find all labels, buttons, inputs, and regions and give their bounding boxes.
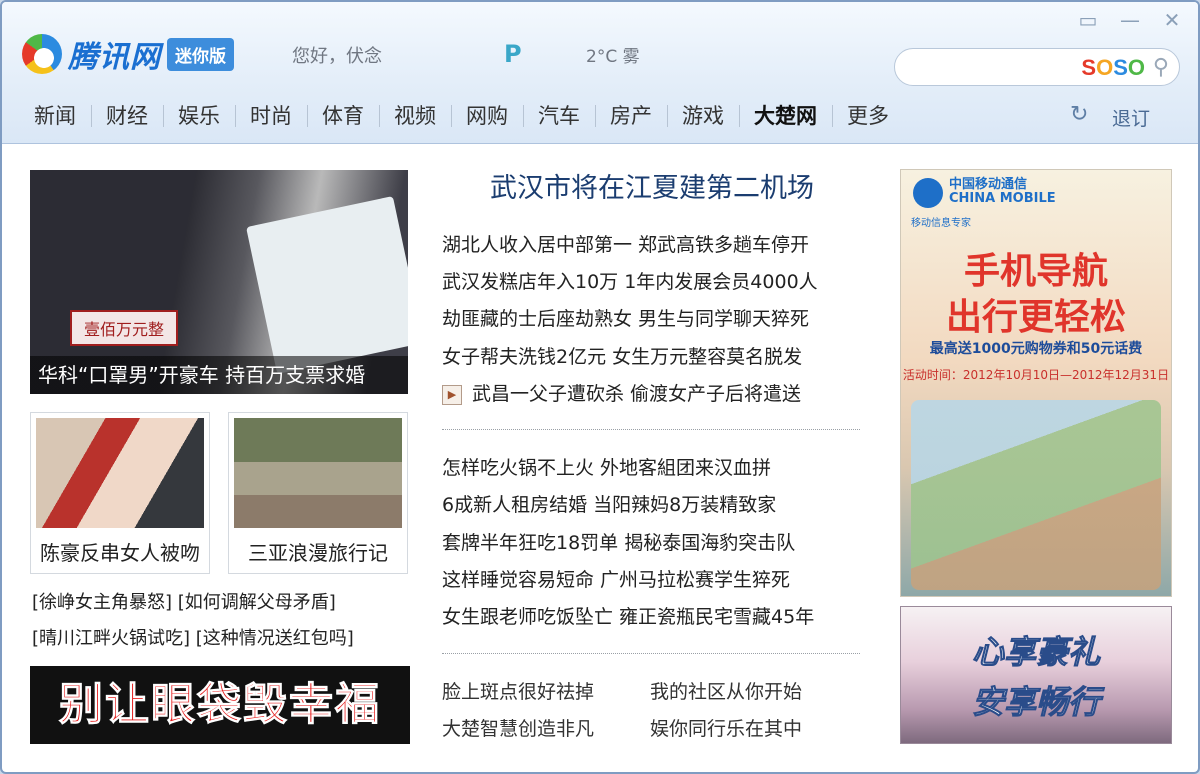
nav-item-ent[interactable]: 娱乐: [164, 105, 236, 127]
divider: [442, 653, 860, 654]
thumb-image[interactable]: [36, 418, 204, 528]
ad-gift[interactable]: 心享豪礼 安享畅行: [900, 606, 1172, 744]
nav-bar: 新闻 财经 娱乐 时尚 体育 视频 网购 汽车 房产 游戏 大楚网 更多: [2, 96, 1198, 136]
hero-label: 壹佰万元整: [70, 310, 179, 346]
logout-link[interactable]: 退订: [1112, 104, 1150, 131]
nav-item-sports[interactable]: 体育: [308, 105, 380, 127]
play-icon: ▶: [442, 385, 462, 405]
news-item[interactable]: 套牌半年狂吃18罚单 揭秘泰国海豹突击队: [442, 528, 795, 555]
hero-caption[interactable]: 华科“口罩男”开豪车 持百万支票求婚: [30, 356, 408, 394]
ad-banner-eye[interactable]: 别让眼袋毁幸福: [30, 666, 410, 744]
news-item[interactable]: 女子帮夫洗钱2亿元 女生万元整容莫名脱发: [442, 342, 802, 369]
nav-item-games[interactable]: 游戏: [668, 105, 740, 127]
ad-title: 手机导航: [963, 251, 1108, 292]
china-mobile-text-cn: 中国移动通信: [949, 177, 1028, 192]
thumb-card[interactable]: 三亚浪漫旅行记: [228, 412, 408, 574]
link-row: [徐峥女主角暴怒] [如何调解父母矛盾]: [32, 588, 336, 614]
thumb-image[interactable]: [234, 418, 402, 528]
weather-text: 2°C 雾: [586, 47, 640, 67]
logo[interactable]: 腾讯网 迷你版: [22, 32, 234, 76]
search-icon[interactable]: ⚲: [1153, 55, 1169, 80]
qq-logo-icon: [22, 34, 62, 74]
bottom-link[interactable]: 脸上斑点很好祛掉: [442, 677, 594, 704]
topic-link[interactable]: [如何调解父母矛盾]: [178, 592, 336, 613]
window-controls: ▭ — ✕: [1076, 8, 1184, 32]
news-item[interactable]: 这样睡觉容易短命 广州马拉松赛学生猝死: [442, 565, 790, 592]
news-item[interactable]: 6成新人租房结婚 当阳辣妈8万装精致家: [442, 490, 776, 517]
hero-image[interactable]: 壹佰万元整 华科“口罩男”开豪车 持百万支票求婚: [30, 170, 408, 394]
china-mobile-text-en: CHINA MOBILE: [949, 191, 1056, 206]
ad-illustration: [911, 400, 1161, 590]
soso-brand: SOSO: [1081, 55, 1145, 81]
bottom-link[interactable]: 大楚智慧创造非凡: [442, 714, 594, 741]
greeting-text: 您好，伏念: [292, 46, 382, 67]
bottom-link[interactable]: 娱你同行乐在其中: [650, 714, 802, 741]
feedback-icon[interactable]: ▭: [1076, 8, 1100, 32]
header-bar: 腾讯网 迷你版 您好，伏念 P 2°C 雾 ▭ — ✕ SOSO ⚲ 新闻 财经…: [2, 2, 1198, 144]
ad-date: 活动时间：2012年10月10日—2012年12月31日: [902, 368, 1170, 382]
nav-item-news[interactable]: 新闻: [2, 105, 92, 127]
nav-item-house[interactable]: 房产: [596, 105, 668, 127]
thumb-caption[interactable]: 陈豪反串女人被吻: [31, 537, 209, 566]
news-item[interactable]: 女生跟老师吃饭坠亡 雍正瓷瓶民宅雪藏45年: [442, 602, 814, 629]
ad-gift-line: 心享豪礼: [971, 633, 1100, 672]
ad-title: 出行更轻松: [945, 297, 1126, 338]
ad-gift-line: 安享畅行: [971, 683, 1100, 722]
minimize-icon[interactable]: —: [1118, 8, 1142, 32]
thumb-card[interactable]: 陈豪反串女人被吻: [30, 412, 210, 574]
nav-item-dachu[interactable]: 大楚网: [740, 105, 833, 127]
thumb-caption[interactable]: 三亚浪漫旅行记: [229, 537, 407, 566]
nav-item-fashion[interactable]: 时尚: [236, 105, 308, 127]
logo-badge: 迷你版: [167, 37, 234, 71]
ad-china-mobile[interactable]: 中国移动通信 CHINA MOBILE 移动信息专家 手机导航 出行更轻松 最高…: [900, 169, 1172, 597]
china-mobile-text: 中国移动通信 CHINA MOBILE: [949, 178, 1056, 206]
news-item-text[interactable]: 武昌一父子遭砍杀 偷渡女产子后将遣送: [472, 383, 801, 405]
china-mobile-logo-icon: [913, 178, 943, 208]
china-mobile-sub: 移动信息专家: [911, 218, 971, 229]
nav-item-auto[interactable]: 汽车: [524, 105, 596, 127]
divider: [442, 429, 860, 430]
news-item[interactable]: 武汉发糕店年入10万 1年内发展会员4000人: [442, 267, 818, 294]
nav-item-shop[interactable]: 网购: [452, 105, 524, 127]
search-box: SOSO ⚲: [894, 48, 1180, 86]
bottom-link[interactable]: 我的社区从你开始: [650, 677, 802, 704]
soso-letter: O: [1127, 55, 1145, 80]
news-item[interactable]: 劫匪藏的士后座劫熟女 男生与同学聊天猝死: [442, 304, 809, 331]
topic-link[interactable]: [晴川江畔火锅试吃]: [32, 628, 190, 649]
logo-text: 腾讯网: [68, 40, 161, 75]
search-input[interactable]: [909, 56, 1059, 80]
cheque-graphic: [246, 196, 408, 374]
nav-item-finance[interactable]: 财经: [92, 105, 164, 127]
news-item[interactable]: 怎样吃火锅不上火 外地客組团来汉血拼: [442, 453, 771, 480]
headline[interactable]: 武汉市将在江夏建第二机场: [442, 166, 862, 205]
browser-window: 腾讯网 迷你版 您好，伏念 P 2°C 雾 ▭ — ✕ SOSO ⚲ 新闻 财经…: [0, 0, 1200, 774]
weather-icon: P: [504, 40, 522, 68]
news-item-video[interactable]: ▶ 武昌一父子遭砍杀 偷渡女产子后将遣送: [442, 379, 801, 406]
refresh-icon[interactable]: ↻: [1070, 102, 1088, 127]
soso-letter: O: [1096, 55, 1114, 80]
ad-offer: 最高送1000元购物券和50元话费: [929, 341, 1143, 357]
nav-item-video[interactable]: 视频: [380, 105, 452, 127]
news-item[interactable]: 湖北人收入居中部第一 郑武高铁多趟车停开: [442, 230, 809, 257]
topic-link[interactable]: [徐峥女主角暴怒]: [32, 592, 172, 613]
soso-letter: S: [1081, 55, 1097, 80]
close-icon[interactable]: ✕: [1160, 8, 1184, 32]
topic-link[interactable]: [这种情况送红包吗]: [196, 628, 354, 649]
link-row: [晴川江畔火锅试吃] [这种情况送红包吗]: [32, 624, 354, 650]
soso-letter: S: [1113, 55, 1128, 80]
nav-item-more[interactable]: 更多: [833, 105, 904, 127]
